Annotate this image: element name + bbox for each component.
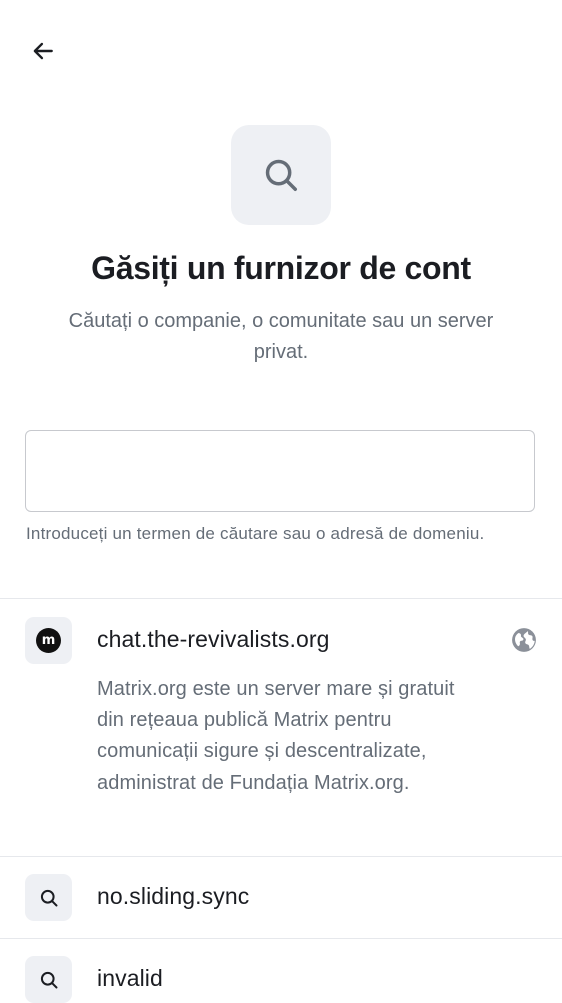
page-subtitle: Căutați o companie, o comunitate sau un … — [68, 310, 494, 363]
result-item-no-sliding-sync[interactable] — [0, 857, 562, 938]
result-title: chat.the-revivalists.org — [97, 626, 330, 652]
result-title: invalid — [97, 965, 163, 991]
matrix-logo-icon: m — [36, 628, 61, 653]
search-helper-text: Introduceți un termen de căutare sau o a… — [26, 524, 485, 543]
result-icon-tile — [25, 874, 72, 921]
result-description: Matrix.org este un server mare și gratui… — [97, 678, 455, 794]
search-icon — [40, 889, 57, 906]
arrow-left-icon — [33, 42, 53, 60]
result-icon-tile — [25, 956, 72, 1003]
result-item-invalid[interactable] — [0, 939, 562, 1000]
result-icon-tile: m — [25, 617, 72, 664]
search-icon — [265, 159, 297, 191]
search-input[interactable] — [25, 430, 535, 512]
back-button[interactable] — [22, 30, 64, 72]
result-title: no.sliding.sync — [97, 883, 250, 909]
hero-icon-tile — [231, 125, 331, 225]
page-title: Găsiți un furnizor de cont — [91, 250, 471, 286]
globe-icon — [512, 628, 536, 652]
search-icon — [40, 971, 57, 988]
